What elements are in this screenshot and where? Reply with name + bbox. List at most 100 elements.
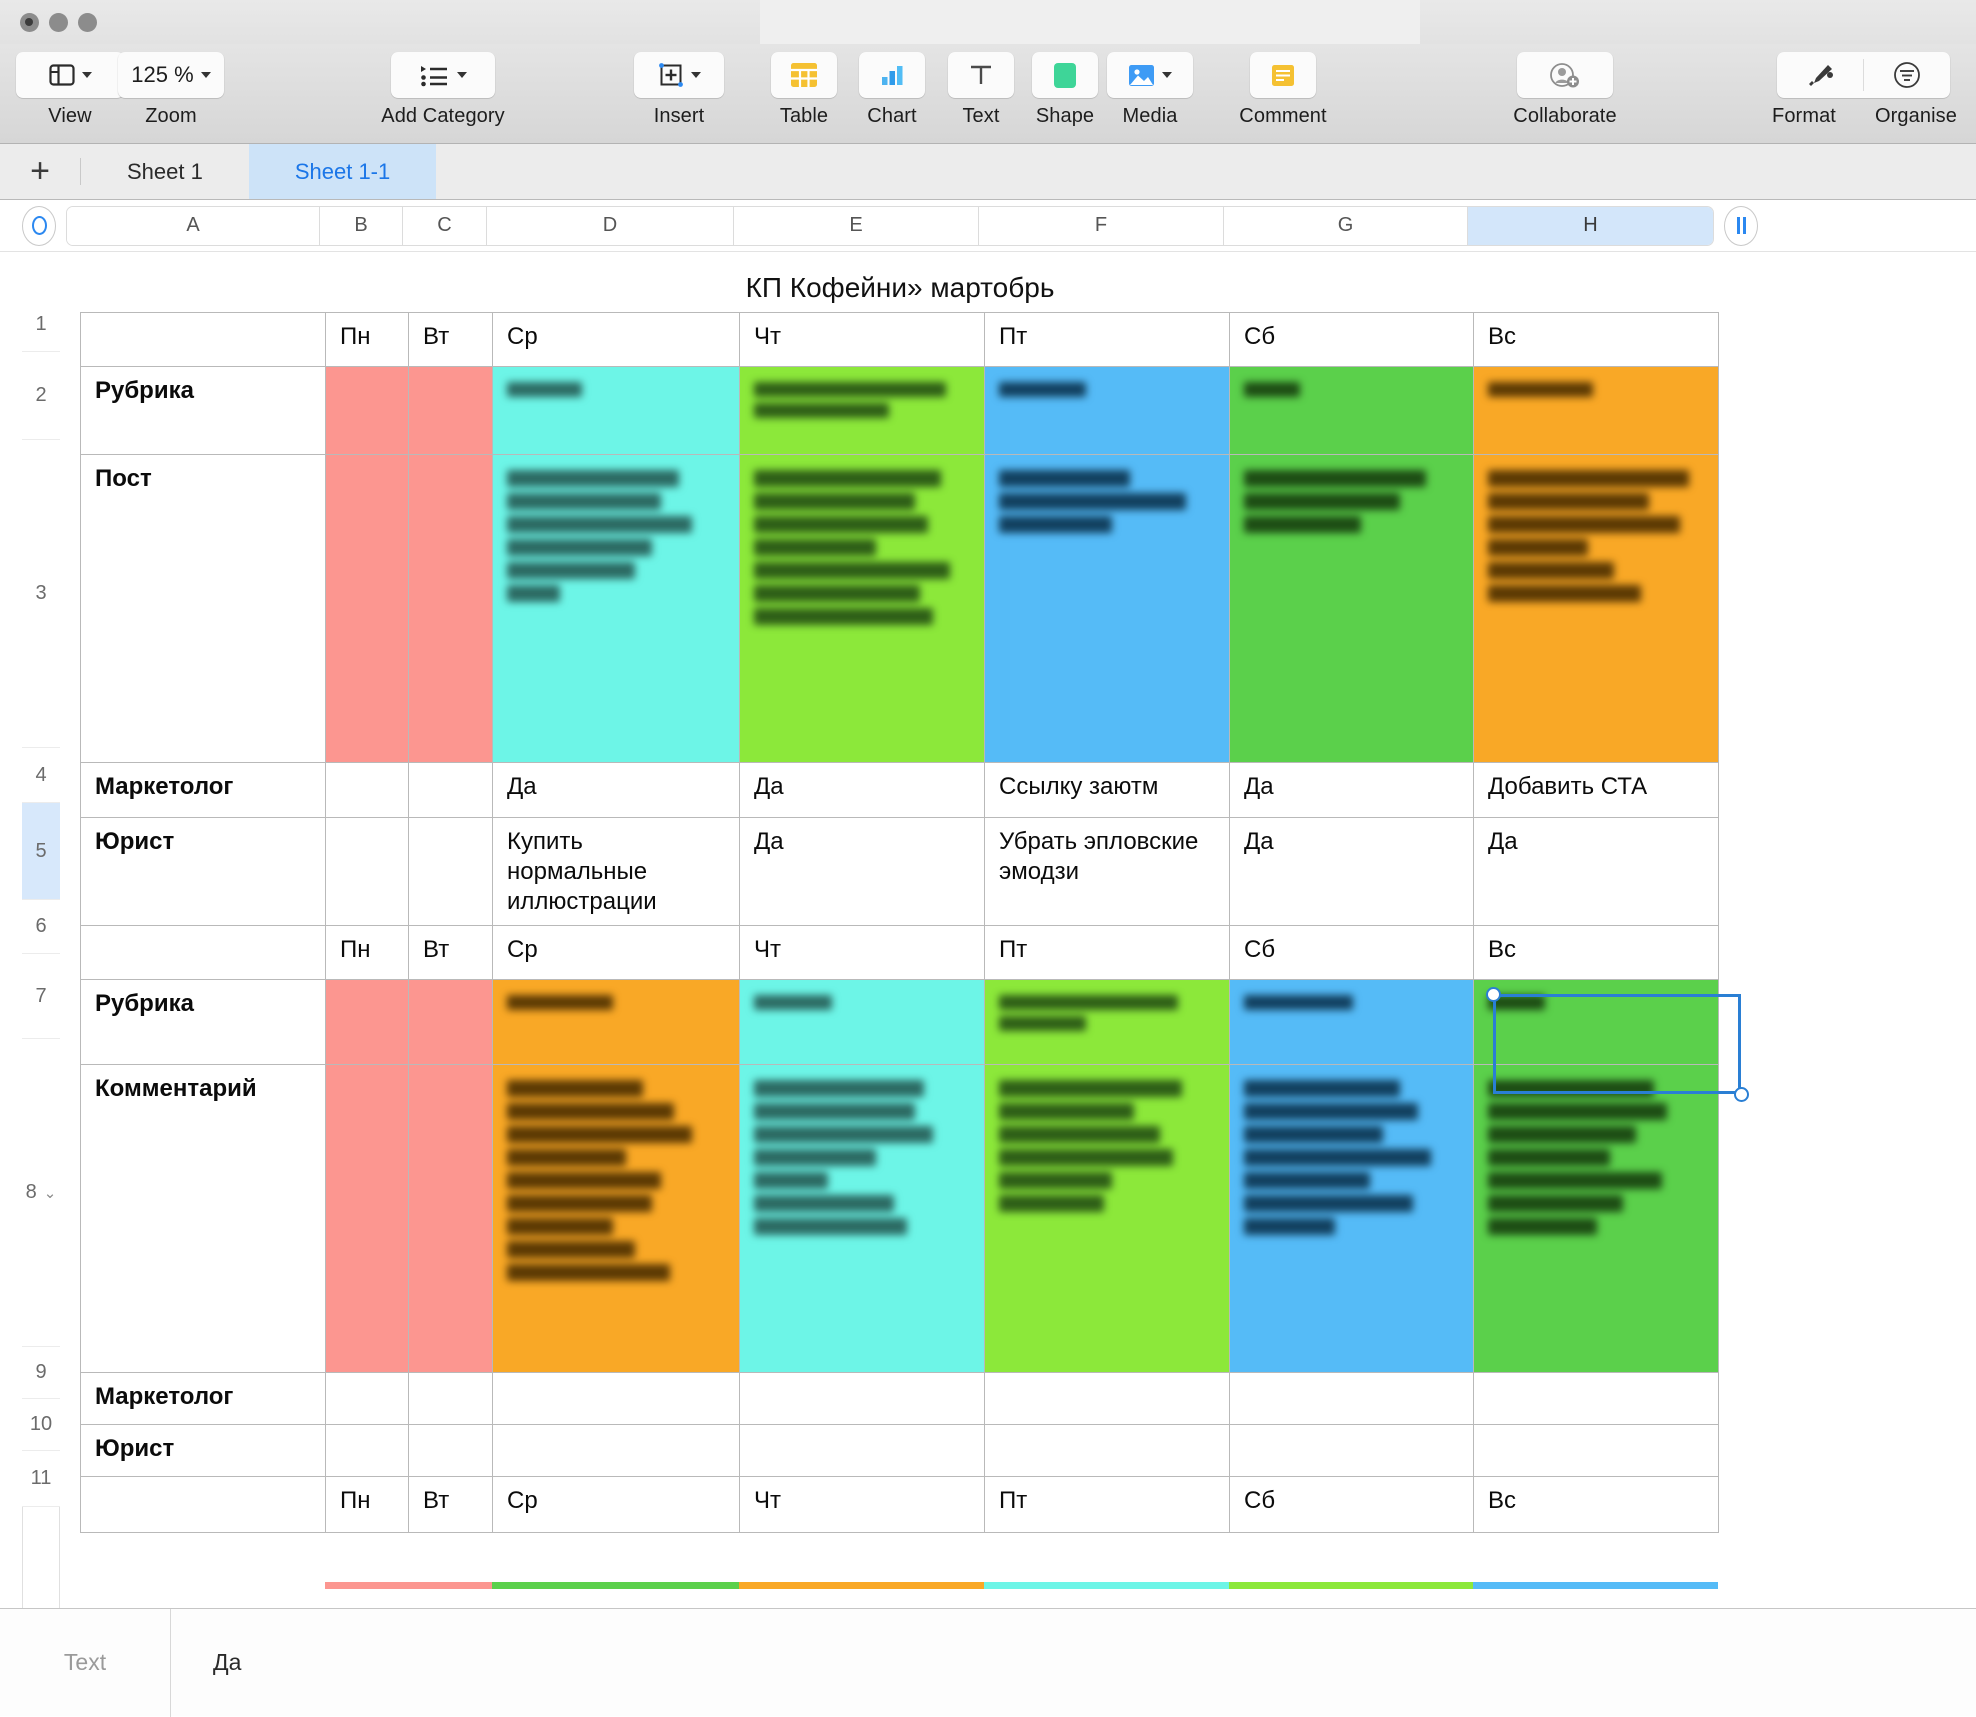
row-label-8[interactable]: Комментарий xyxy=(81,1065,326,1373)
cell-g2[interactable] xyxy=(1230,367,1474,455)
shape-button[interactable] xyxy=(1032,52,1098,98)
cell-g8[interactable] xyxy=(1230,1065,1474,1373)
cell-d10[interactable] xyxy=(493,1425,740,1477)
comment-button[interactable] xyxy=(1250,52,1316,98)
cell-g1[interactable]: Сб xyxy=(1230,313,1474,367)
cell-g5[interactable]: Да xyxy=(1230,818,1474,926)
cell-e10[interactable] xyxy=(740,1425,985,1477)
cell-g3[interactable] xyxy=(1230,455,1474,763)
column-header-c[interactable]: C xyxy=(403,207,487,245)
cell-e9[interactable] xyxy=(740,1373,985,1425)
selection-handle-bottom-right[interactable] xyxy=(1734,1087,1749,1102)
cell-c11[interactable]: Вт xyxy=(409,1477,493,1533)
cell-d7[interactable] xyxy=(493,980,740,1065)
cell-d1[interactable]: Ср xyxy=(493,313,740,367)
table-button[interactable] xyxy=(771,52,837,98)
cell-b11[interactable]: Пн xyxy=(326,1477,409,1533)
cell-e1[interactable]: Чт xyxy=(740,313,985,367)
cell-e2[interactable] xyxy=(740,367,985,455)
cell-h3[interactable] xyxy=(1474,455,1719,763)
cell-h10[interactable] xyxy=(1474,1425,1719,1477)
media-button[interactable] xyxy=(1107,52,1193,98)
row-label-6[interactable] xyxy=(81,926,326,980)
cell-f4[interactable]: Ссылку заютм xyxy=(985,763,1230,818)
window-controls[interactable] xyxy=(20,13,97,32)
cell-f8[interactable] xyxy=(985,1065,1230,1373)
row-label-1[interactable] xyxy=(81,313,326,367)
cell-e8[interactable] xyxy=(740,1065,985,1373)
view-button[interactable] xyxy=(16,52,124,98)
toolbar-group-zoom[interactable]: 125 % Zoom xyxy=(118,52,224,128)
cell-b8[interactable] xyxy=(326,1065,409,1373)
cell-f2[interactable] xyxy=(985,367,1230,455)
row-label-4[interactable]: Маркетолог xyxy=(81,763,326,818)
cell-f1[interactable]: Пт xyxy=(985,313,1230,367)
cell-f11[interactable]: Пт xyxy=(985,1477,1230,1533)
cell-g4[interactable]: Да xyxy=(1230,763,1474,818)
column-header-d[interactable]: D xyxy=(487,207,734,245)
cell-g7[interactable] xyxy=(1230,980,1474,1065)
cell-b1[interactable]: Пн xyxy=(326,313,409,367)
row-label-11[interactable] xyxy=(81,1477,326,1533)
format-button[interactable] xyxy=(1777,52,1863,98)
text-button[interactable] xyxy=(948,52,1014,98)
minimize-button-icon[interactable] xyxy=(49,13,68,32)
cell-g10[interactable] xyxy=(1230,1425,1474,1477)
cell-c6[interactable]: Вт xyxy=(409,926,493,980)
cell-e11[interactable]: Чт xyxy=(740,1477,985,1533)
row-header-10[interactable]: 10 xyxy=(22,1399,60,1451)
cell-h5-selected[interactable]: Да xyxy=(1474,818,1719,926)
column-header-h[interactable]: H xyxy=(1468,207,1713,245)
row-header-1[interactable]: 1 xyxy=(22,298,60,352)
row-label-2[interactable]: Рубрика xyxy=(81,367,326,455)
cell-g6[interactable]: Сб xyxy=(1230,926,1474,980)
cell-e7[interactable] xyxy=(740,980,985,1065)
cell-b10[interactable] xyxy=(326,1425,409,1477)
column-header-b[interactable]: B xyxy=(320,207,403,245)
sheet-tab-sheet-1[interactable]: Sheet 1 xyxy=(81,144,249,199)
cell-d5[interactable]: Купить нормальные иллюстрации xyxy=(493,818,740,926)
cell-h6[interactable]: Вс xyxy=(1474,926,1719,980)
toolbar-group-view[interactable]: View xyxy=(16,52,124,128)
chart-button[interactable] xyxy=(859,52,925,98)
cell-h4[interactable]: Добавить СТА xyxy=(1474,763,1719,818)
cell-c9[interactable] xyxy=(409,1373,493,1425)
column-header-f[interactable]: F xyxy=(979,207,1224,245)
add-category-button[interactable] xyxy=(391,52,495,98)
select-all-button[interactable] xyxy=(22,206,56,246)
sheet-tab-sheet-1-1[interactable]: Sheet 1-1 xyxy=(249,144,436,199)
cell-h7[interactable] xyxy=(1474,980,1719,1065)
cell-b9[interactable] xyxy=(326,1373,409,1425)
toolbar-group-collaborate[interactable]: Collaborate xyxy=(1475,52,1655,128)
cell-f6[interactable]: Пт xyxy=(985,926,1230,980)
cell-c4[interactable] xyxy=(409,763,493,818)
toolbar-group-add-category[interactable]: Add Category xyxy=(338,52,548,128)
cell-h2[interactable] xyxy=(1474,367,1719,455)
cell-g9[interactable] xyxy=(1230,1373,1474,1425)
collaborate-button[interactable] xyxy=(1517,52,1613,98)
zoom-button-icon[interactable] xyxy=(78,13,97,32)
row-label-5[interactable]: Юрист xyxy=(81,818,326,926)
cell-b7[interactable] xyxy=(326,980,409,1065)
cell-d11[interactable]: Ср xyxy=(493,1477,740,1533)
row-header-8[interactable]: 8 ⌄ xyxy=(22,1039,60,1347)
cell-e4[interactable]: Да xyxy=(740,763,985,818)
toolbar-group-comment[interactable]: Comment xyxy=(1210,52,1356,128)
cell-c7[interactable] xyxy=(409,980,493,1065)
cell-d3[interactable] xyxy=(493,455,740,763)
insert-button[interactable] xyxy=(634,52,724,98)
cell-b6[interactable]: Пн xyxy=(326,926,409,980)
organise-button[interactable] xyxy=(1864,52,1950,98)
cell-f7[interactable] xyxy=(985,980,1230,1065)
cell-d2[interactable] xyxy=(493,367,740,455)
toolbar-group-insert[interactable]: Insert xyxy=(624,52,734,128)
row-header-6[interactable]: 6 xyxy=(22,900,60,954)
cell-h8[interactable] xyxy=(1474,1065,1719,1373)
cell-c10[interactable] xyxy=(409,1425,493,1477)
cell-f9[interactable] xyxy=(985,1373,1230,1425)
chevron-down-icon[interactable]: ⌄ xyxy=(44,1184,57,1202)
cell-d4[interactable]: Да xyxy=(493,763,740,818)
row-header-4[interactable]: 4 xyxy=(22,748,60,803)
column-header-e[interactable]: E xyxy=(734,207,979,245)
cell-c5[interactable] xyxy=(409,818,493,926)
